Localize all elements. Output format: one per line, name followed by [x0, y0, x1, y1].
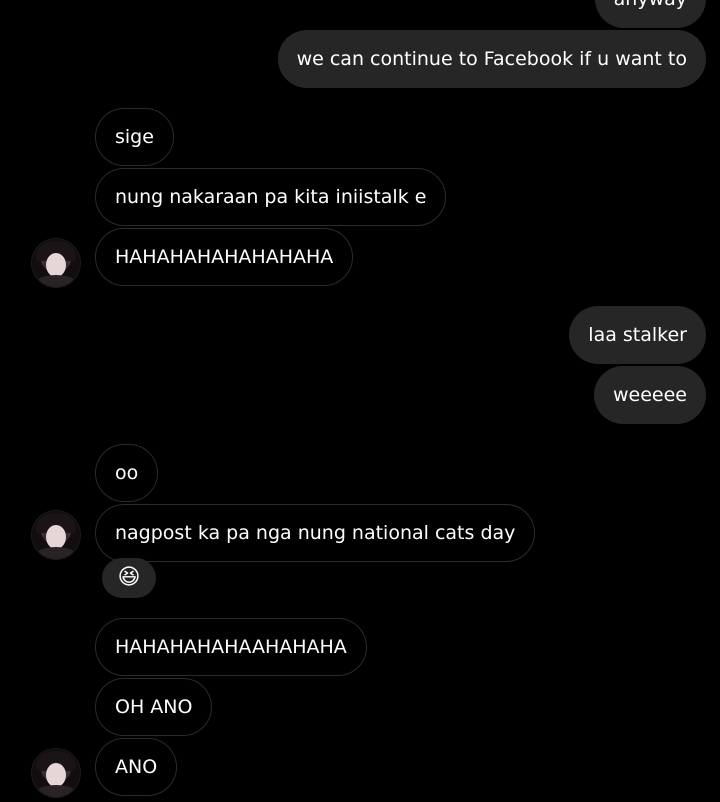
message-bubble-incoming[interactable]: HAHAHAHAHAHAHAHA — [95, 228, 354, 286]
message-text: OH ANO — [115, 696, 193, 718]
message-bubble-outgoing[interactable]: we can continue to Facebook if u want to — [277, 30, 706, 88]
message-bubble-outgoing[interactable]: anyway — [594, 0, 706, 28]
avatar-face — [46, 763, 66, 787]
message-bubble-outgoing[interactable]: weeeee — [594, 366, 706, 424]
message-text: anyway — [614, 0, 687, 10]
message-text: oo — [115, 462, 139, 484]
avatar[interactable] — [31, 238, 81, 288]
message-text: weeeee — [613, 384, 687, 406]
message-bubble-incoming[interactable]: ANO — [95, 738, 178, 796]
message-text: sige — [115, 126, 154, 148]
message-text: we can continue to Facebook if u want to — [296, 48, 687, 70]
avatar-shirt — [34, 275, 78, 287]
message-text: nung nakaraan pa kita iniistalk e — [115, 186, 427, 208]
message-bubble-outgoing[interactable]: laa stalker — [569, 306, 706, 364]
message-bubble-incoming[interactable]: nagpost ka pa nga nung national cats day — [95, 504, 536, 562]
avatar-face — [46, 253, 66, 277]
avatar[interactable] — [31, 748, 81, 798]
message-bubble-incoming[interactable]: sige — [95, 108, 174, 166]
message-text: HAHAHAHAHAHAHAHA — [115, 246, 334, 268]
message-bubble-incoming[interactable]: oo — [95, 444, 159, 502]
avatar-shirt — [34, 785, 78, 797]
message-bubble-incoming[interactable]: OH ANO — [95, 678, 213, 736]
laughing-emoji-icon: 😆 — [117, 565, 141, 590]
message-text: laa stalker — [588, 324, 687, 346]
message-text: ANO — [115, 756, 158, 778]
avatar[interactable] — [31, 510, 81, 560]
avatar-shirt — [34, 547, 78, 559]
message-bubble-incoming[interactable]: HAHAHAHAHAAHAHAHA — [95, 618, 367, 676]
avatar-face — [46, 525, 66, 549]
message-reaction[interactable]: 😆 — [102, 558, 156, 598]
message-text: nagpost ka pa nga nung national cats day — [115, 522, 516, 544]
message-bubble-incoming[interactable]: nung nakaraan pa kita iniistalk e — [95, 168, 447, 226]
message-text: HAHAHAHAHAAHAHAHA — [115, 636, 347, 658]
